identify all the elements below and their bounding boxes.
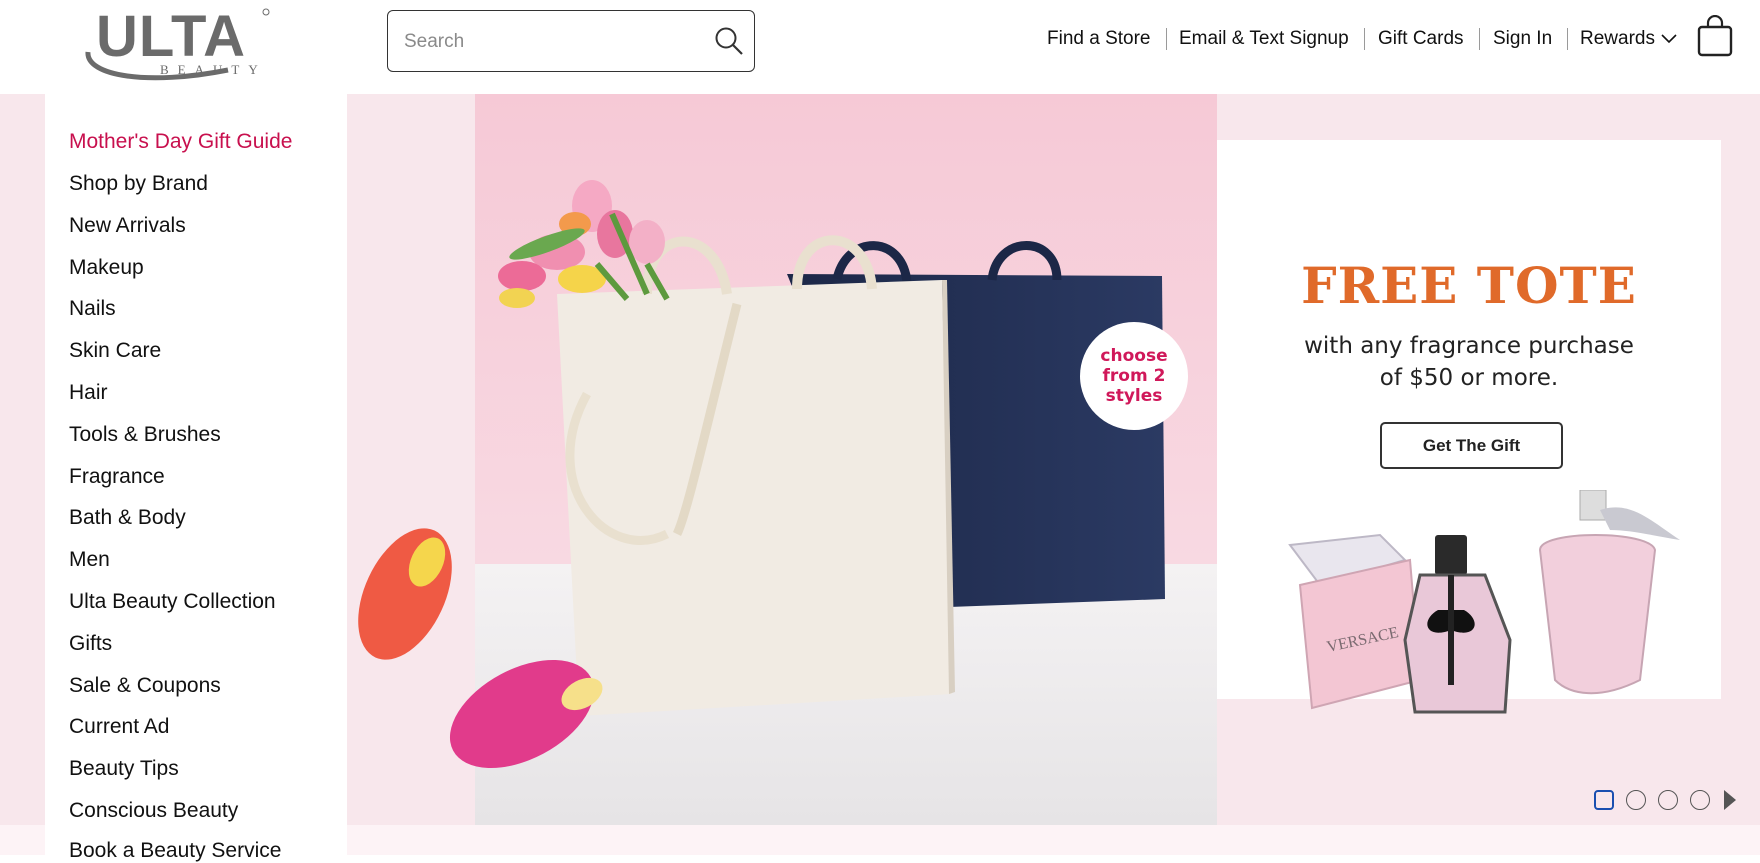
carousel-dot-4[interactable] — [1690, 790, 1710, 810]
search-icon[interactable] — [714, 26, 744, 56]
find-a-store-label: Find a Store — [1047, 28, 1151, 49]
sidebar-item-mothers-day-gift-guide[interactable]: Mother's Day Gift Guide — [69, 130, 292, 154]
sidebar-item-bath-body[interactable]: Bath & Body — [69, 506, 186, 530]
sign-in-label: Sign In — [1493, 28, 1553, 49]
sidebar-item-beauty-tips[interactable]: Beauty Tips — [69, 757, 179, 781]
carousel-dot-2[interactable] — [1626, 790, 1646, 810]
find-a-store-link[interactable]: Find a Store — [1047, 24, 1151, 54]
sidebar-item-book-beauty-service[interactable]: Book a Beauty Service — [69, 839, 281, 863]
promo-subtitle-line2: of $50 or more. — [1379, 365, 1559, 391]
ulta-beauty-logo[interactable]: ULTA BEAUTY — [78, 4, 288, 88]
sidebar-item-sale-coupons[interactable]: Sale & Coupons — [69, 674, 221, 698]
sidebar-item-tools-brushes[interactable]: Tools & Brushes — [69, 423, 221, 447]
sidebar-item-nails[interactable]: Nails — [69, 297, 116, 321]
logo-wordmark: ULTA — [96, 4, 246, 69]
logo-subtext: BEAUTY — [160, 62, 267, 77]
search-input[interactable] — [402, 23, 696, 61]
perfume-bottles-image: VERSACE — [1270, 489, 1690, 730]
email-text-signup-link[interactable]: Email & Text Signup — [1179, 24, 1349, 54]
sidebar-item-new-arrivals[interactable]: New Arrivals — [69, 214, 186, 238]
email-text-signup-label: Email & Text Signup — [1179, 28, 1349, 49]
promo-title: FREE TOTE — [1301, 256, 1637, 315]
promo-subtitle: with any fragrance purchase of $50 or mo… — [1257, 330, 1681, 394]
sidebar-item-gifts[interactable]: Gifts — [69, 632, 112, 656]
sidebar-item-men[interactable]: Men — [69, 548, 110, 572]
rewards-label: Rewards — [1580, 28, 1655, 49]
gift-cards-link[interactable]: Gift Cards — [1378, 24, 1464, 54]
sidebar-item-conscious-beauty[interactable]: Conscious Beauty — [69, 799, 238, 823]
carousel-dot-1[interactable] — [1594, 790, 1614, 810]
divider — [1166, 28, 1167, 50]
promo-subtitle-line1: with any fragrance purchase — [1304, 333, 1634, 359]
badge-text: choose from 2 styles — [1100, 346, 1168, 406]
sign-in-link[interactable]: Sign In — [1493, 24, 1552, 54]
sidebar-item-fragrance[interactable]: Fragrance — [69, 465, 165, 489]
search-box — [387, 10, 755, 72]
divider — [1567, 28, 1568, 50]
sidebar-item-hair[interactable]: Hair — [69, 381, 108, 405]
choose-styles-badge: choose from 2 styles — [1080, 322, 1188, 430]
sidebar-item-ulta-beauty-collection[interactable]: Ulta Beauty Collection — [69, 590, 276, 614]
category-sidebar: Mother's Day Gift Guide Shop by Brand Ne… — [45, 94, 347, 862]
divider — [1479, 28, 1480, 50]
shopping-bag-icon[interactable] — [1697, 14, 1733, 57]
divider — [1364, 28, 1365, 50]
chevron-down-icon — [1661, 34, 1677, 44]
hero-banner-image[interactable] — [347, 94, 1217, 825]
sidebar-item-skin-care[interactable]: Skin Care — [69, 339, 161, 363]
carousel-next-icon[interactable] — [1722, 788, 1738, 812]
rewards-menu[interactable]: Rewards — [1580, 24, 1678, 54]
site-header: ULTA BEAUTY Find a Store Email & Text Si… — [0, 0, 1760, 94]
sidebar-item-makeup[interactable]: Makeup — [69, 256, 144, 280]
gift-cards-label: Gift Cards — [1378, 28, 1464, 49]
sidebar-item-shop-by-brand[interactable]: Shop by Brand — [69, 172, 208, 196]
sidebar-item-current-ad[interactable]: Current Ad — [69, 715, 169, 739]
carousel-dot-3[interactable] — [1658, 790, 1678, 810]
get-the-gift-button[interactable]: Get The Gift — [1380, 422, 1563, 469]
